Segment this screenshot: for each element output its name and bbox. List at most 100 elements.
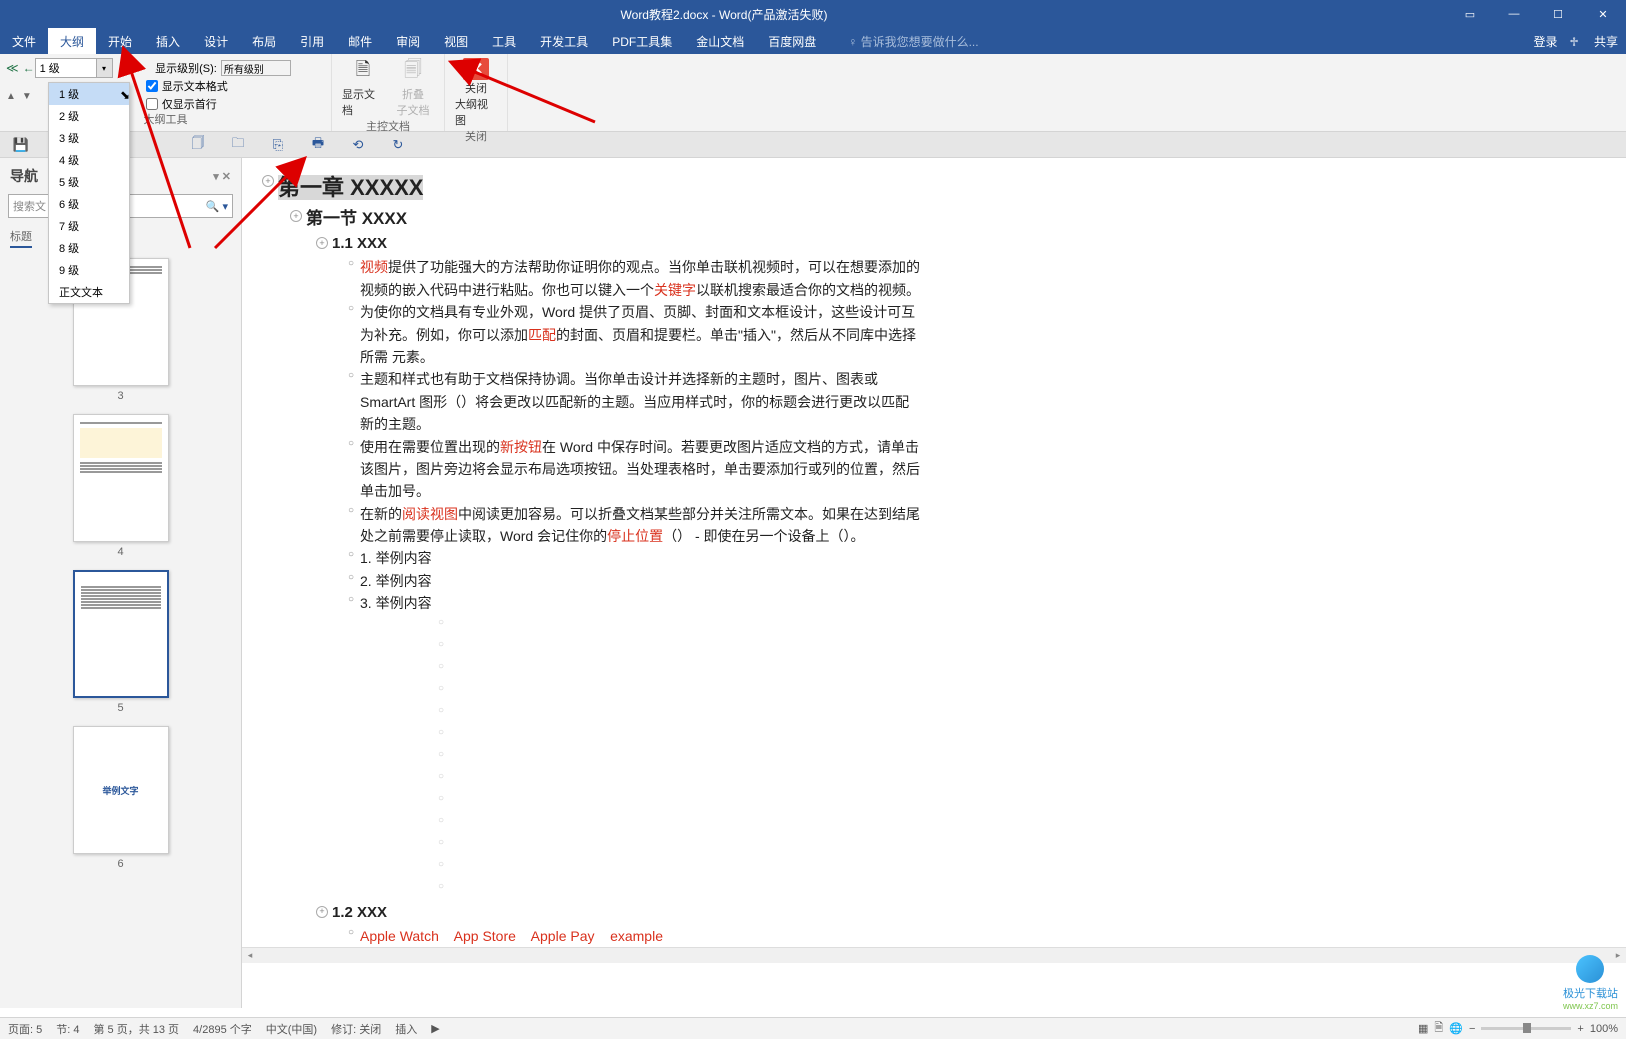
save-button[interactable]: 💾 <box>10 135 32 155</box>
close-button[interactable]: ✕ <box>1580 0 1626 28</box>
outline-level-dropdown[interactable]: 1 级 ▾ <box>35 58 113 78</box>
tab-devtools[interactable]: 开发工具 <box>528 28 600 54</box>
window-title: Word教程2.docx - Word(产品激活失败) <box>0 6 1448 23</box>
status-section[interactable]: 节: 4 <box>56 1021 79 1037</box>
level-option-3[interactable]: 3 级 <box>49 127 129 149</box>
level-option-8[interactable]: 8 级 <box>49 237 129 259</box>
body-paragraph[interactable]: 使用在需要位置出现的新按钮在 Word 中保存时间。若要更改图片适应文档的方式，… <box>360 436 920 503</box>
level-option-1[interactable]: 1 级 <box>49 83 129 105</box>
body-marker-icon <box>342 547 360 563</box>
zoom-out-button[interactable]: − <box>1469 1023 1475 1035</box>
heading-3[interactable]: 1.1 XXX <box>332 232 387 256</box>
level-option-4[interactable]: 4 级 <box>49 149 129 171</box>
collapse-subdocs-button[interactable]: 🗐 折叠 子文档 <box>392 58 434 118</box>
promote-button[interactable]: ← <box>23 61 35 75</box>
demote-button[interactable]: → <box>117 61 129 75</box>
show-firstline-checkbox[interactable] <box>146 98 158 110</box>
heading-2[interactable]: 第一节 XXXX <box>306 205 407 232</box>
show-level-dropdown[interactable]: 所有级别 <box>221 60 291 76</box>
zoom-in-button[interactable]: + <box>1577 1023 1583 1035</box>
expand-marker-icon[interactable]: + <box>262 175 274 187</box>
expand-marker-icon[interactable]: + <box>316 237 328 249</box>
qat-btn-5[interactable]: ⟲ <box>347 135 369 155</box>
expand-marker-icon[interactable]: + <box>316 906 328 918</box>
collapse-icon: 🗐 <box>399 58 427 86</box>
level-option-body[interactable]: 正文文本 <box>49 281 129 303</box>
body-paragraph[interactable]: 主题和样式也有助于文档保持协调。当你单击设计并选择新的主题时，图片、图表或 Sm… <box>360 368 920 435</box>
body-paragraph[interactable]: 在新的阅读视图中阅读更加容易。可以折叠文档某些部分并关注所需文本。如果在达到结尾… <box>360 503 920 548</box>
status-page-of[interactable]: 第 5 页，共 13 页 <box>93 1021 179 1037</box>
show-document-button[interactable]: 🗎 显示文档 <box>342 58 384 118</box>
nav-tab-headings[interactable]: 标题 <box>10 226 32 248</box>
horizontal-scrollbar[interactable]: ◂▸ <box>242 947 1626 963</box>
level-option-6[interactable]: 6 级 <box>49 193 129 215</box>
minimize-button[interactable]: — <box>1492 0 1536 28</box>
tab-baidupan[interactable]: 百度网盘 <box>756 28 828 54</box>
qat-btn-3[interactable]: ⎘ <box>267 135 289 155</box>
list-item[interactable]: 1. 举例内容 <box>360 547 432 569</box>
level-option-7[interactable]: 7 级 <box>49 215 129 237</box>
promote-to-heading1-button[interactable]: ≪ <box>6 61 19 75</box>
chevron-down-icon[interactable]: ▾ <box>96 59 112 77</box>
tab-insert[interactable]: 插入 <box>144 28 192 54</box>
level-option-9[interactable]: 9 级 <box>49 259 129 281</box>
zoom-slider[interactable] <box>1481 1027 1571 1030</box>
qat-btn-6[interactable]: ↻ <box>387 135 409 155</box>
tab-outline[interactable]: 大纲 <box>48 28 96 54</box>
status-track-changes[interactable]: 修订: 关闭 <box>331 1021 381 1037</box>
view-read-mode-button[interactable]: ▦ <box>1418 1022 1428 1035</box>
share-button[interactable]: ♱ 共享 <box>1569 33 1618 50</box>
close-outline-view-button[interactable]: ✕ 关闭 大纲视图 <box>455 58 497 128</box>
demote-to-body-button[interactable]: ≫ <box>133 61 146 75</box>
move-down-button[interactable]: ▼ <box>22 91 32 102</box>
tell-me-input[interactable]: ♀ 告诉我您想要做什么... <box>848 33 978 50</box>
page-thumbnails: 3 4 5 举例文字 6 <box>0 252 241 1008</box>
status-macro-icon[interactable]: ▶ <box>431 1022 439 1035</box>
login-link[interactable]: 登录 <box>1533 33 1557 50</box>
ribbon-display-options[interactable]: ▭ <box>1448 0 1492 28</box>
level-option-2[interactable]: 2 级 <box>49 105 129 127</box>
qat-btn-4[interactable]: 🖶 <box>307 135 329 155</box>
zoom-level[interactable]: 100% <box>1590 1023 1618 1035</box>
tab-tools[interactable]: 工具 <box>480 28 528 54</box>
view-web-layout-button[interactable]: 🌐 <box>1449 1022 1463 1035</box>
tab-review[interactable]: 审阅 <box>384 28 432 54</box>
heading-3[interactable]: 1.2 XXX <box>332 901 387 925</box>
status-page[interactable]: 页面: 5 <box>8 1021 42 1037</box>
move-up-button[interactable]: ▲ <box>6 91 16 102</box>
document-area[interactable]: + 第一章 XXXXX + 第一节 XXXX +1.1 XXX 视频提供了功能强大的… <box>242 158 1626 1008</box>
document-icon: 🗎 <box>349 58 377 86</box>
list-item[interactable]: 2. 举例内容 <box>360 570 432 592</box>
body-paragraph[interactable]: Apple Watch App Store Apple Pay example <box>360 925 663 947</box>
level-option-5[interactable]: 5 级 <box>49 171 129 193</box>
thumbnail-page-5[interactable]: 5 <box>0 570 241 714</box>
status-insert-mode[interactable]: 插入 <box>395 1021 417 1037</box>
view-print-layout-button[interactable]: 🗎 <box>1434 1019 1443 1038</box>
status-word-count[interactable]: 4/2895 个字 <box>193 1021 252 1037</box>
show-formatting-checkbox[interactable] <box>146 80 158 92</box>
tab-jinshan[interactable]: 金山文档 <box>684 28 756 54</box>
body-marker-icon <box>342 436 360 452</box>
heading-1[interactable]: 第一章 XXXXX <box>278 175 423 200</box>
body-paragraph[interactable]: 视频提供了功能强大的方法帮助你证明你的观点。当你单击联机视频时，可以在想要添加的… <box>360 256 920 301</box>
tab-file[interactable]: 文件 <box>0 28 48 54</box>
expand-marker-icon[interactable]: + <box>290 210 302 222</box>
list-item[interactable]: 3. 举例内容 <box>360 592 432 614</box>
tab-design[interactable]: 设计 <box>192 28 240 54</box>
tab-pdftools[interactable]: PDF工具集 <box>600 28 684 54</box>
tab-references[interactable]: 引用 <box>288 28 336 54</box>
thumbnail-page-6[interactable]: 举例文字 6 <box>0 726 241 870</box>
qat-btn-1[interactable]: 🗍 <box>187 135 209 155</box>
status-language[interactable]: 中文(中国) <box>266 1021 317 1037</box>
tab-view[interactable]: 视图 <box>432 28 480 54</box>
tab-layout[interactable]: 布局 <box>240 28 288 54</box>
ribbon-group-close: ✕ 关闭 大纲视图 关闭 <box>445 54 508 131</box>
nav-options-button[interactable]: ▾ ✕ <box>213 170 231 183</box>
search-icon[interactable]: 🔍 ▾ <box>206 200 228 213</box>
thumbnail-page-4[interactable]: 4 <box>0 414 241 558</box>
tab-mailings[interactable]: 邮件 <box>336 28 384 54</box>
qat-btn-2[interactable]: 🗀 <box>227 135 249 155</box>
tab-home[interactable]: 开始 <box>96 28 144 54</box>
body-paragraph[interactable]: 为使你的文档具有专业外观，Word 提供了页眉、页脚、封面和文本框设计，这些设计… <box>360 301 920 368</box>
maximize-button[interactable]: ☐ <box>1536 0 1580 28</box>
